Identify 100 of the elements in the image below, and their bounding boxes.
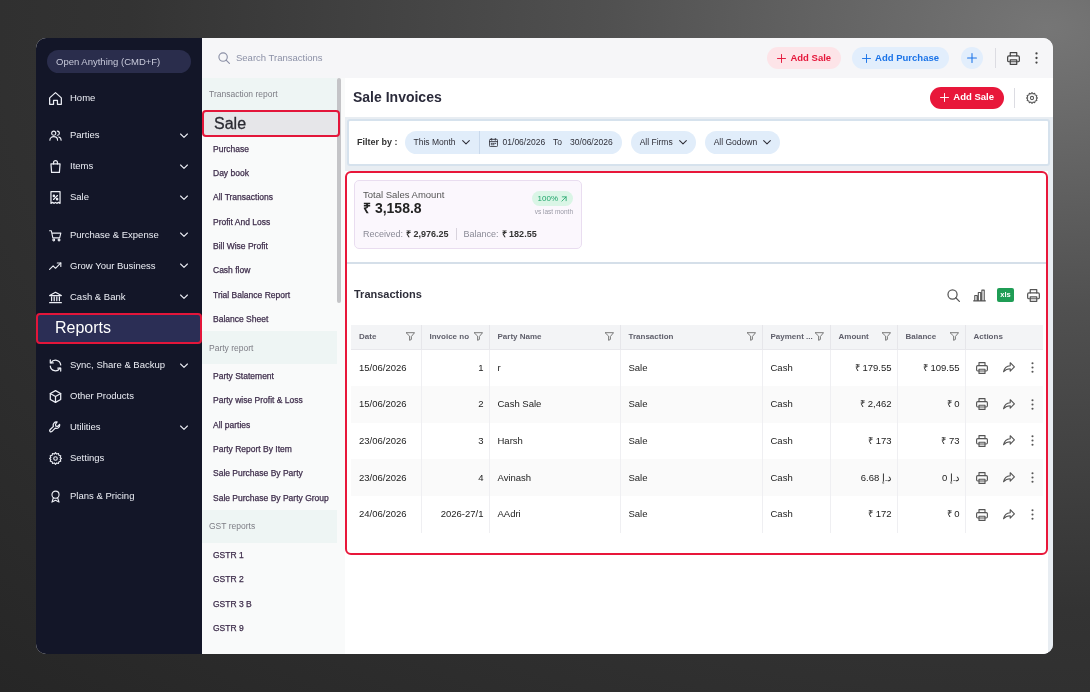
sidebar-item[interactable]: Sale bbox=[36, 182, 202, 213]
table-cell: 4 bbox=[421, 459, 489, 497]
search-field[interactable]: Search Transactions bbox=[234, 49, 404, 67]
report-menu-item[interactable]: Party Statement bbox=[202, 364, 337, 389]
report-menu-item[interactable]: All parties bbox=[202, 412, 337, 438]
more-icon[interactable] bbox=[1030, 509, 1034, 521]
table-cell: r bbox=[489, 349, 620, 386]
sidebar-item[interactable]: Purchase & Expense bbox=[36, 219, 202, 251]
share-icon[interactable] bbox=[1002, 435, 1015, 447]
report-menu-item[interactable]: GSTR 3 B bbox=[202, 591, 337, 617]
date-range-button[interactable]: 01/06/2026 To 30/06/2026 bbox=[478, 131, 622, 154]
add-purchase-button[interactable]: Add Purchase bbox=[852, 47, 949, 69]
column-header: Transaction bbox=[628, 330, 674, 343]
sidebar-item[interactable]: Settings bbox=[36, 443, 202, 474]
print-icon[interactable] bbox=[975, 398, 988, 411]
bar-chart-icon[interactable] bbox=[973, 288, 986, 302]
sidebar-item[interactable]: Other Products bbox=[36, 381, 202, 412]
table-cell: Sale bbox=[620, 496, 762, 533]
column-header: Amount bbox=[838, 330, 869, 343]
report-menu-item[interactable]: Day book bbox=[202, 161, 337, 186]
people-icon bbox=[49, 129, 62, 142]
more-icon[interactable] bbox=[1030, 362, 1034, 374]
cube-icon bbox=[49, 390, 62, 403]
filter-icon[interactable] bbox=[881, 332, 891, 342]
balance-label: Balance: bbox=[463, 228, 499, 240]
settings-icon[interactable] bbox=[1026, 91, 1038, 104]
period-dropdown[interactable]: This Month bbox=[404, 131, 479, 154]
sidebar-item[interactable]: Utilities bbox=[36, 412, 202, 443]
table-cell: 2 bbox=[421, 385, 489, 423]
table-cell: Cash bbox=[762, 349, 830, 386]
sidebar-item[interactable]: Cash & Bank bbox=[36, 281, 202, 313]
add-sale-button[interactable]: Add Sale bbox=[930, 86, 1004, 109]
chevron-icon bbox=[678, 140, 687, 145]
report-menu-item[interactable]: Cash flow bbox=[202, 258, 337, 283]
share-icon[interactable] bbox=[1002, 509, 1015, 521]
sidebar-item[interactable]: Sync, Share & Backup bbox=[36, 350, 202, 381]
table-cell: 24/06/2026 bbox=[351, 496, 421, 533]
report-menu-item[interactable]: All Transactions bbox=[202, 185, 337, 210]
filter-icon[interactable] bbox=[405, 332, 415, 342]
print-icon[interactable] bbox=[1007, 51, 1020, 65]
sidebar-item[interactable]: Grow Your Business bbox=[36, 250, 202, 282]
table-cell: 0 د.إ bbox=[897, 459, 965, 497]
print-icon[interactable] bbox=[975, 471, 988, 484]
report-menu-item[interactable]: Sale Purchase By Party Group bbox=[202, 485, 337, 511]
report-menu-item[interactable]: GSTR 2 bbox=[202, 567, 337, 592]
report-menu-item[interactable]: Purchase bbox=[202, 137, 337, 162]
filter-icon[interactable] bbox=[746, 332, 756, 342]
more-icon[interactable] bbox=[1030, 472, 1034, 484]
report-menu-item[interactable]: Sale Purchase By Party bbox=[202, 461, 337, 486]
filter-icon[interactable] bbox=[949, 332, 959, 342]
share-icon[interactable] bbox=[1002, 398, 1015, 410]
page-title: Sale Invoices bbox=[353, 89, 442, 106]
filter-dropdown[interactable]: All Firms bbox=[630, 131, 696, 154]
chevron-icon bbox=[763, 140, 772, 145]
column-header: Invoice no bbox=[429, 330, 470, 343]
home-icon bbox=[49, 91, 62, 105]
more-icon[interactable] bbox=[1035, 52, 1038, 64]
table-cell: 15/06/2026 bbox=[351, 349, 421, 386]
filter-icon[interactable] bbox=[814, 332, 824, 342]
section-heading: GST reports bbox=[202, 510, 337, 544]
balance-amount: ₹ 182.55 bbox=[501, 228, 537, 240]
scrollbar[interactable] bbox=[337, 78, 341, 303]
report-menu-item[interactable]: GSTR 1 bbox=[202, 543, 337, 568]
sidebar-item[interactable]: Home bbox=[36, 82, 202, 114]
arrow-up-right-icon bbox=[561, 195, 567, 202]
report-menu-item[interactable]: Party Report By Item bbox=[202, 437, 337, 462]
bank-icon bbox=[49, 290, 62, 304]
table-cell: Cash bbox=[762, 459, 830, 497]
table-cell: ₹ 172 bbox=[830, 496, 897, 533]
filter-icon[interactable] bbox=[604, 332, 614, 342]
more-icon[interactable] bbox=[1030, 398, 1034, 410]
report-menu-item[interactable]: Trial Balance Report bbox=[202, 282, 337, 308]
search-icon[interactable] bbox=[947, 288, 960, 302]
share-icon[interactable] bbox=[1002, 472, 1015, 484]
bag-icon bbox=[49, 160, 62, 173]
report-menu-item[interactable]: Party wise Profit & Loss bbox=[202, 388, 337, 413]
column-header: Party Name bbox=[497, 330, 542, 343]
print-icon[interactable] bbox=[1027, 288, 1040, 302]
filter-dropdown[interactable]: All Godown bbox=[704, 131, 781, 154]
report-menu-item[interactable]: Bill Wise Profit bbox=[202, 234, 337, 259]
sidebar-item[interactable]: Reports bbox=[36, 312, 202, 344]
sidebar-item[interactable]: Items bbox=[36, 151, 202, 182]
sidebar-item[interactable]: Plans & Pricing bbox=[36, 480, 202, 512]
more-icon[interactable] bbox=[1030, 435, 1034, 447]
share-icon[interactable] bbox=[1002, 362, 1015, 374]
print-icon[interactable] bbox=[975, 508, 988, 521]
sidebar-item[interactable]: Parties bbox=[36, 120, 202, 151]
table-cell: ₹ 2,462 bbox=[830, 385, 897, 423]
receipt-icon bbox=[49, 191, 62, 204]
add-sale-button[interactable]: Add Sale bbox=[767, 47, 842, 69]
report-menu-item[interactable]: Balance Sheet bbox=[202, 307, 337, 332]
search-field[interactable]: Open Anything (CMD+F) bbox=[47, 50, 191, 73]
filter-icon[interactable] bbox=[473, 332, 483, 342]
sync-icon bbox=[49, 359, 62, 372]
print-icon[interactable] bbox=[975, 435, 988, 447]
report-menu-item[interactable]: Profit And Loss bbox=[202, 209, 337, 235]
print-icon[interactable] bbox=[975, 361, 988, 374]
table-cell: Cash bbox=[762, 496, 830, 533]
report-menu-item[interactable]: GSTR 9 bbox=[202, 616, 337, 641]
report-menu-item[interactable]: Sale bbox=[202, 110, 340, 137]
